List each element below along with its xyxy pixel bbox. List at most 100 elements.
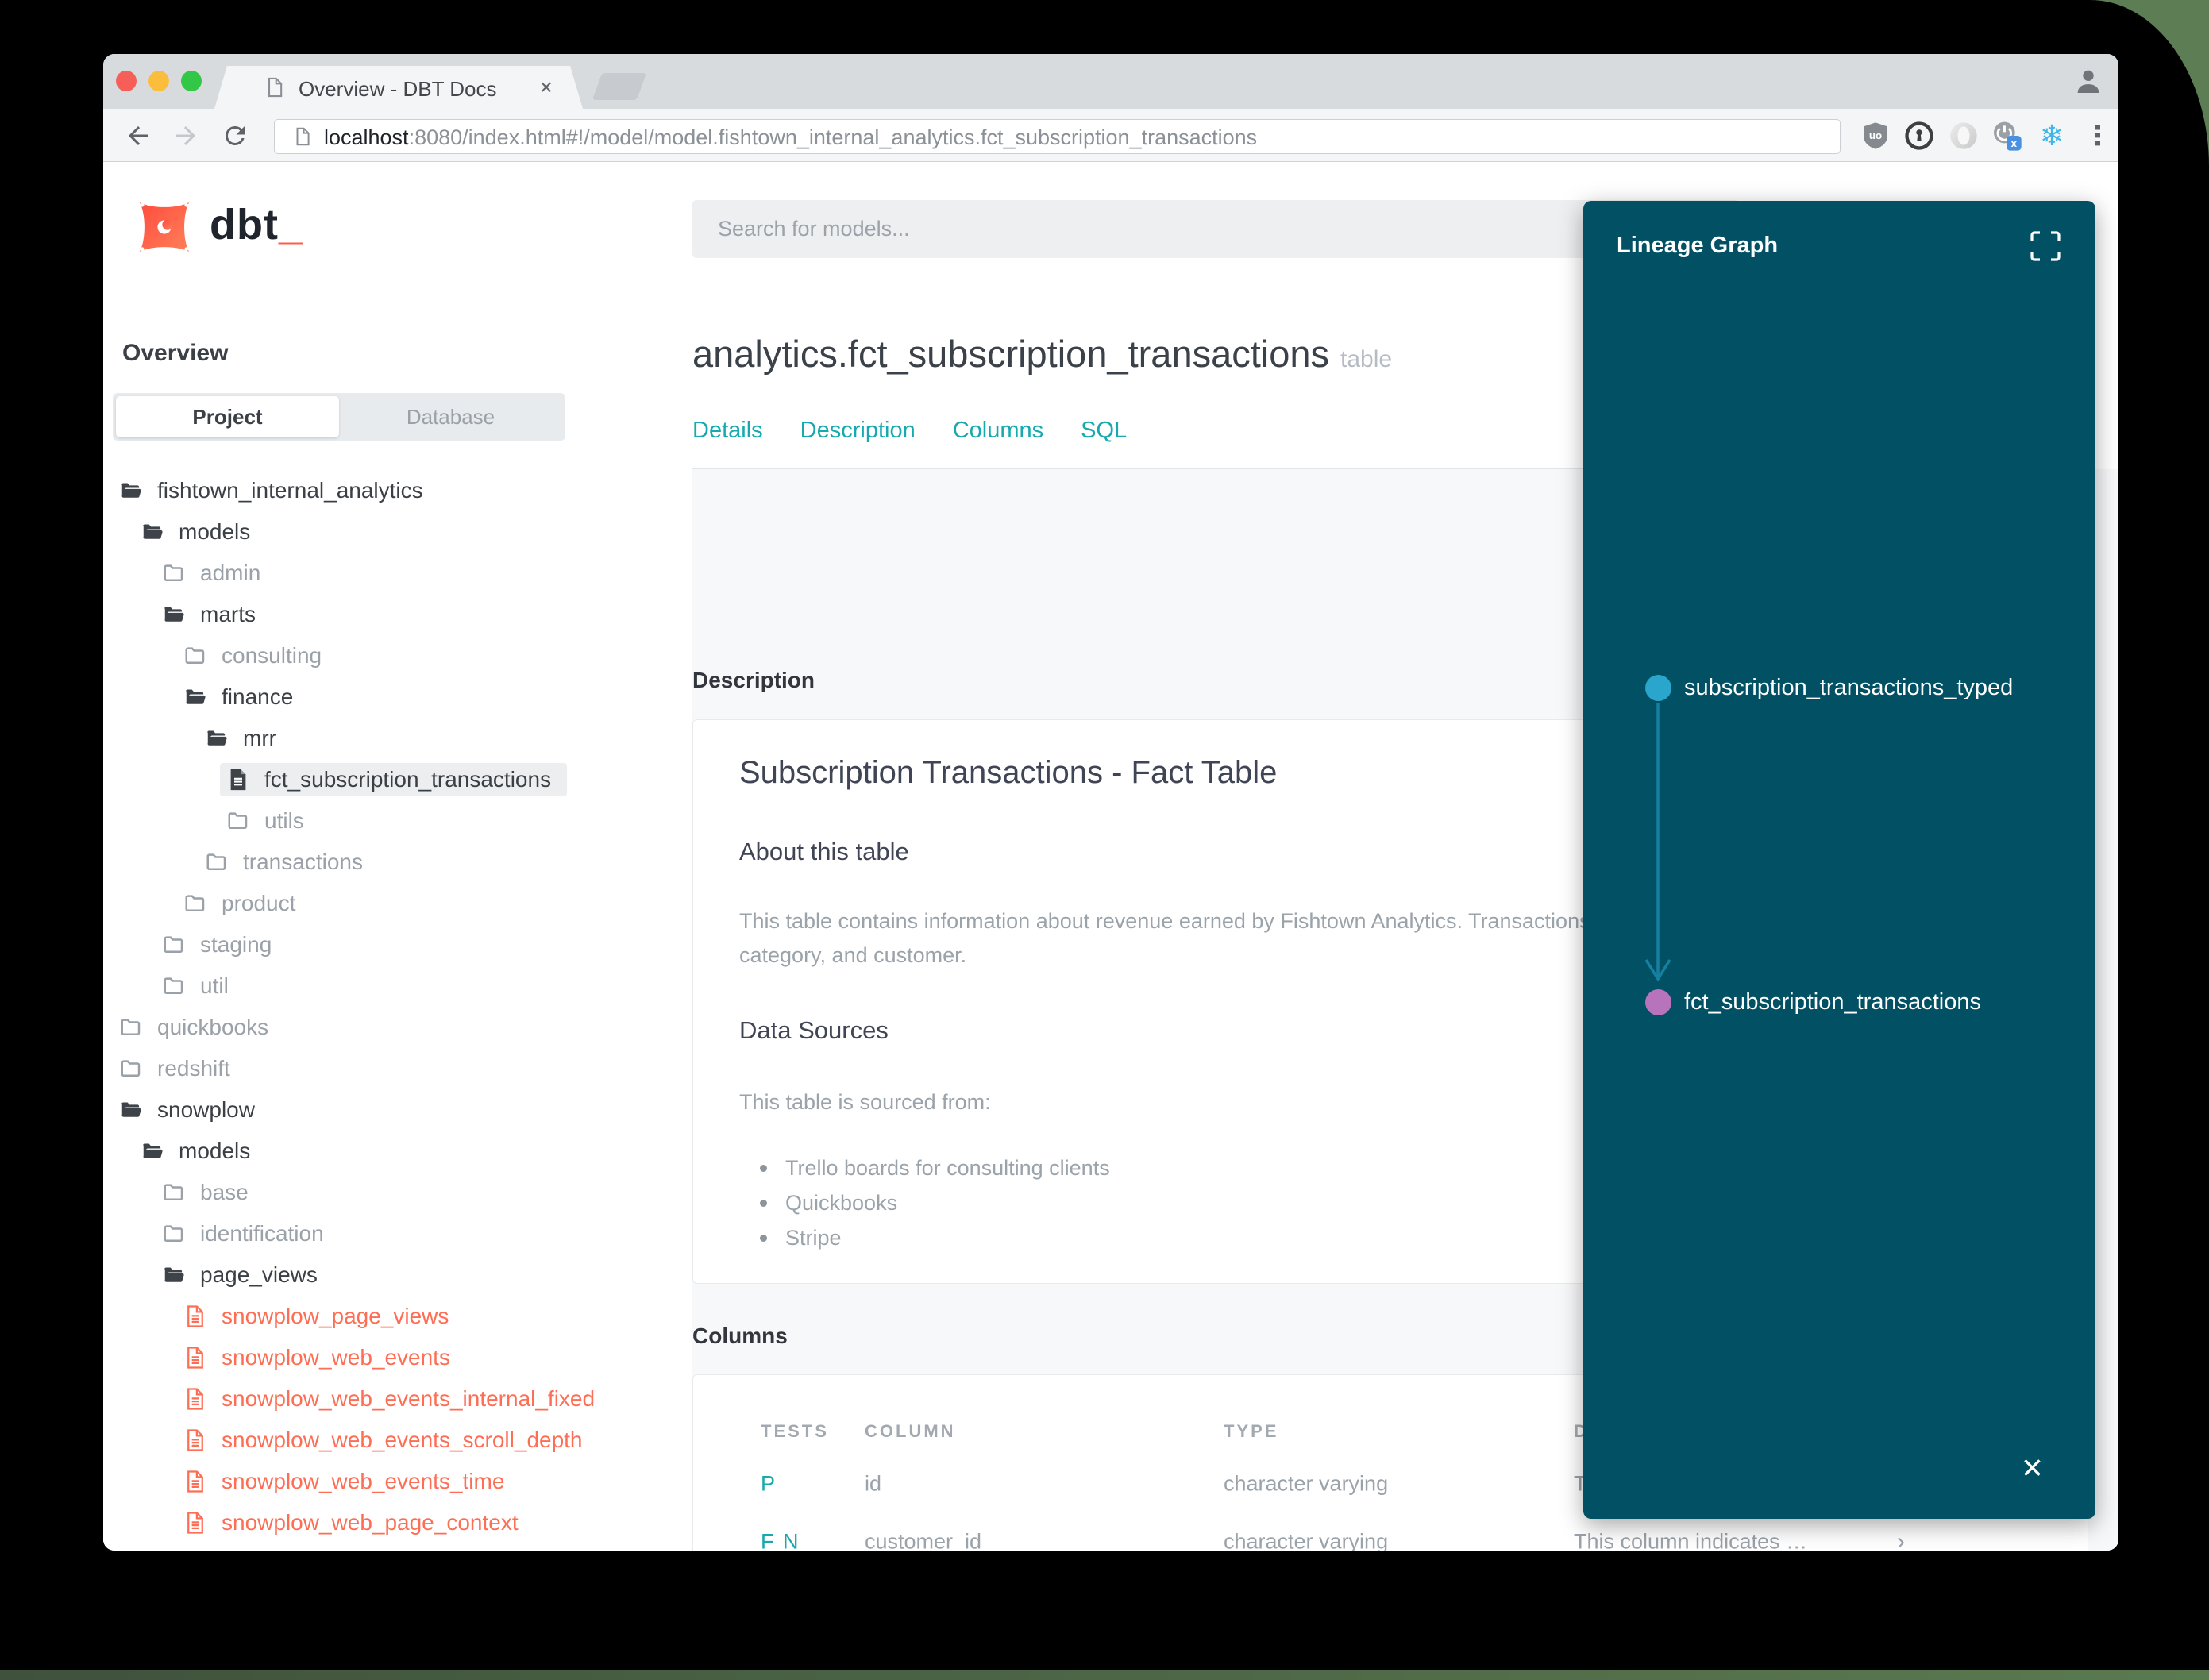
cell-type: character varying	[1224, 1529, 1389, 1551]
tree-item-marts[interactable]: marts	[103, 594, 692, 635]
sidebar-overview-link[interactable]: Overview	[122, 340, 228, 367]
columns-section-heading: Columns	[692, 1324, 788, 1348]
tree-item-product[interactable]: product	[103, 883, 692, 924]
sidebar: Overview Project Database fishtown_inter…	[103, 287, 692, 1551]
tab-title: Overview - DBT Docs	[299, 77, 497, 101]
tree-item-finance[interactable]: finance	[103, 676, 692, 718]
browser-tab[interactable]: Overview - DBT Docs ×	[214, 66, 583, 109]
tree-item-snowplow_web_events[interactable]: snowplow_web_events	[103, 1337, 692, 1378]
folder-icon	[183, 892, 207, 915]
about-heading: About this table	[739, 838, 909, 865]
row-expand-chevron-icon[interactable]: ›	[1897, 1528, 1905, 1551]
browser-profile-avatar[interactable]	[2072, 65, 2104, 97]
tree-item-utils[interactable]: utils	[103, 800, 692, 842]
source-list-item: Stripe	[760, 1220, 1110, 1255]
lineage-close-icon[interactable]: ×	[2022, 1449, 2043, 1485]
tree-item-label: base	[200, 1180, 249, 1204]
project-database-toggle: Project Database	[113, 393, 565, 441]
tree-item-base[interactable]: base	[103, 1172, 692, 1213]
tree-item-redshift[interactable]: redshift	[103, 1048, 692, 1089]
power-extension-icon[interactable]: x	[1991, 120, 2027, 152]
url-host: localhost	[324, 125, 409, 149]
tree-item-label: snowplow_page_views	[222, 1304, 449, 1328]
tree-item-staging[interactable]: staging	[103, 924, 692, 965]
new-tab-button[interactable]	[592, 73, 647, 100]
cell-description: This column indicates …	[1574, 1529, 1808, 1551]
tree-item-snowplow_page_views[interactable]: snowplow_page_views	[103, 1296, 692, 1337]
tab-sql[interactable]: SQL	[1081, 418, 1127, 444]
folder-icon	[119, 479, 143, 503]
minimize-window-button[interactable]	[148, 71, 169, 91]
tree-item-label: quickbooks	[157, 1015, 269, 1039]
zoom-window-button[interactable]	[181, 71, 202, 91]
app-title: dbt_	[210, 201, 303, 249]
tree-item-fct_subscription_transactions[interactable]: fct_subscription_transactions	[103, 759, 692, 800]
dbt-logo[interactable]	[138, 201, 191, 252]
tree-item-label: snowplow_web_events_time	[222, 1469, 505, 1493]
tree-item-snowplow_web_events_internal_fixed[interactable]: snowplow_web_events_internal_fixed	[103, 1378, 692, 1420]
tree-item-models[interactable]: models	[103, 1131, 692, 1172]
forward-icon[interactable]	[172, 121, 200, 150]
tree-item-page_views[interactable]: page_views	[103, 1254, 692, 1296]
tree-item-label: snowplow_web_events_internal_fixed	[222, 1386, 596, 1411]
tree-item-util[interactable]: util	[103, 965, 692, 1007]
tree-item-identification[interactable]: identification	[103, 1213, 692, 1254]
tree-item-consulting[interactable]: consulting	[103, 635, 692, 676]
folder-icon	[162, 974, 186, 998]
fullscreen-icon[interactable]	[2029, 229, 2062, 263]
tab-details[interactable]: Details	[692, 418, 763, 444]
lineage-node-subscription-transactions-typed[interactable]: subscription_transactions_typed	[1645, 675, 2013, 701]
url-bar[interactable]: localhost:8080/index.html#!/model/model.…	[274, 119, 1841, 154]
onepassword-extension-icon[interactable]	[1903, 120, 1935, 152]
tree-item-snowplow_web_page_context[interactable]: snowplow_web_page_context	[103, 1502, 692, 1543]
tree-item-transactions[interactable]: transactions	[103, 842, 692, 883]
tree-item-admin[interactable]: admin	[103, 553, 692, 594]
tree-item-label: models	[179, 519, 251, 544]
page-favicon-icon	[264, 76, 286, 98]
file-icon	[183, 1470, 207, 1493]
tree-item-quickbooks[interactable]: quickbooks	[103, 1007, 692, 1048]
back-icon[interactable]	[124, 121, 152, 150]
folder-icon	[162, 1263, 186, 1287]
svg-text:uo: uo	[1869, 129, 1882, 141]
tree-item-label: utils	[264, 808, 304, 833]
tree-item-models[interactable]: models	[103, 511, 692, 553]
tree-item-snowplow[interactable]: snowplow	[103, 1089, 692, 1131]
reload-icon[interactable]	[221, 121, 249, 150]
folder-icon	[162, 561, 186, 585]
browser-menu-icon[interactable]: ⋮	[2082, 120, 2114, 152]
folder-icon	[119, 1057, 143, 1081]
header-column: COLUMN	[865, 1421, 956, 1441]
file-icon	[183, 1346, 207, 1370]
toggle-project[interactable]: Project	[116, 396, 339, 437]
folder-icon	[119, 1015, 143, 1039]
url-path: :8080/index.html#!/model/model.fishtown_…	[408, 125, 1258, 149]
tree-item-mrr[interactable]: mrr	[103, 718, 692, 759]
source-list-item: Quickbooks	[760, 1185, 1110, 1220]
tree-item-snowplow_web_events_scroll_depth[interactable]: snowplow_web_events_scroll_depth	[103, 1420, 692, 1461]
tab-columns[interactable]: Columns	[953, 418, 1043, 444]
tab-description[interactable]: Description	[800, 418, 916, 444]
tree-item-snowplow_web_events_time[interactable]: snowplow_web_events_time	[103, 1461, 692, 1502]
ublock-extension-icon[interactable]: uo	[1860, 120, 1891, 152]
close-window-button[interactable]	[116, 71, 137, 91]
file-icon	[226, 768, 250, 792]
sources-list: Trello boards for consulting clients Quic…	[760, 1150, 1110, 1255]
tree-item-label: mrr	[243, 726, 276, 750]
toggle-database[interactable]: Database	[339, 396, 562, 437]
lineage-title: Lineage Graph	[1617, 233, 1779, 258]
tree-item-label: consulting	[222, 643, 322, 668]
tree-item-fishtown_internal_analytics[interactable]: fishtown_internal_analytics	[103, 470, 692, 511]
tree-item-label: staging	[200, 932, 272, 957]
folder-icon	[141, 520, 164, 544]
tab-close-icon[interactable]: ×	[540, 75, 553, 100]
search-input[interactable]	[692, 200, 1739, 258]
page-security-icon[interactable]	[292, 126, 313, 147]
file-icon	[183, 1304, 207, 1328]
wallpaper-bottom-strip	[0, 1670, 2209, 1680]
snowflake-extension-icon[interactable]: ❄	[2036, 120, 2068, 152]
lineage-node-fct-subscription-transactions[interactable]: fct_subscription_transactions	[1645, 989, 1981, 1015]
tree-item-label: transactions	[243, 850, 363, 874]
extension-circle-icon[interactable]	[1948, 120, 1980, 152]
folder-icon	[162, 1222, 186, 1246]
